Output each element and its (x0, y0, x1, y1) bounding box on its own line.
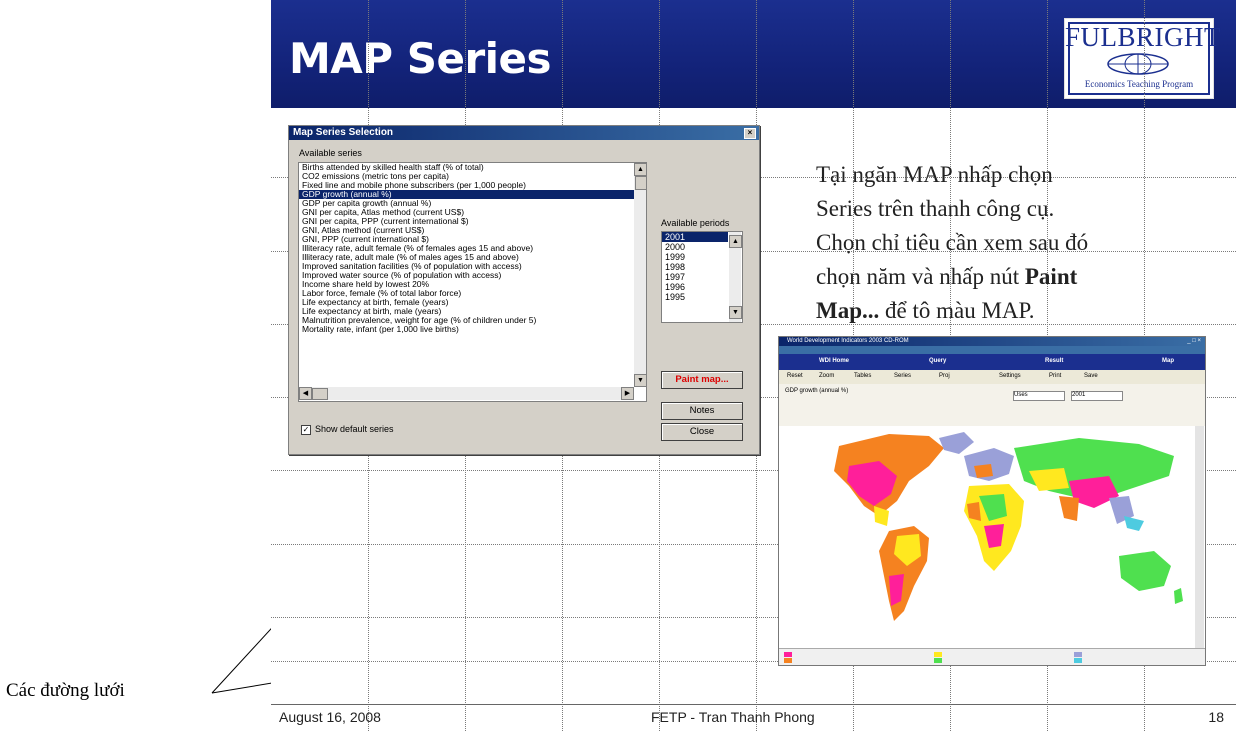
periods-scrollbar[interactable]: ▲ ▼ (729, 232, 742, 322)
scroll-right-icon[interactable]: ▶ (621, 387, 634, 400)
period-list-item[interactable]: 2001 (662, 232, 728, 242)
toolbar-item: Settings (999, 373, 1021, 379)
slide-title: MAP Series (289, 34, 552, 83)
logo-subtitle: Economics Teaching Program (1084, 79, 1194, 89)
slide-title-bar: MAP Series FULBRIGHT Economics Teaching … (271, 0, 1236, 108)
instruction-text: Tại ngăn MAP nhấp chọn Series trên thanh… (816, 158, 1206, 328)
map-series-selection-dialog: Map Series Selection × Available series … (288, 125, 760, 455)
period-select: 2001 (1071, 391, 1123, 401)
scroll-left-icon[interactable]: ◀ (299, 387, 312, 400)
series-list[interactable]: Births attended by skilled health staff … (299, 163, 634, 387)
series-listbox[interactable]: Births attended by skilled health staff … (298, 162, 647, 402)
world-map (779, 426, 1195, 648)
legend-swatch (934, 658, 942, 663)
periods-list[interactable]: 2001 2000 1999 1998 1997 1996 1995 (662, 232, 728, 302)
toolbar-item: Series (894, 373, 912, 379)
dialog-title: Map Series Selection (293, 127, 394, 138)
instruction-line: Chọn chỉ tiêu cần xem sau đó (816, 230, 1089, 255)
legend-swatch (784, 652, 792, 657)
toolbar-item: Zoom (819, 373, 835, 379)
available-series-label: Available series (299, 148, 362, 158)
period-list-item[interactable]: 1996 (662, 282, 728, 292)
period-list-item[interactable]: 2000 (662, 242, 728, 252)
window-controls-icon: _ □ × (1187, 338, 1201, 344)
dialog-title-bar[interactable]: Map Series Selection × (289, 126, 759, 140)
tab-map: Map (1162, 358, 1174, 364)
globe-icon (1107, 53, 1169, 75)
legend-swatch (1074, 652, 1082, 657)
screenshot-tab-bar: WDI Home Query Result Map (779, 354, 1205, 370)
show-default-series-checkbox[interactable]: ✓ Show default series (301, 424, 394, 435)
legend-swatch (934, 652, 942, 657)
checkbox-check-icon[interactable]: ✓ (301, 424, 311, 435)
footer-page-number: 18 (1208, 709, 1224, 725)
footer-divider (271, 704, 1236, 705)
map-series-label: GDP growth (annual %) (785, 388, 849, 394)
toolbar-item: Tables (854, 373, 872, 379)
map-scrollbar (1195, 426, 1204, 648)
period-list-item[interactable]: 1997 (662, 272, 728, 282)
scroll-up-icon[interactable]: ▲ (634, 163, 647, 176)
legend-swatch (784, 658, 792, 663)
series-horizontal-scrollbar[interactable]: ◀ ▶ (299, 387, 634, 400)
periods-listbox[interactable]: 2001 2000 1999 1998 1997 1996 1995 ▲ ▼ (661, 231, 743, 323)
scroll-up-icon[interactable]: ▲ (729, 235, 742, 248)
world-map-graphic (834, 432, 1183, 621)
scroll-down-icon[interactable]: ▼ (634, 374, 647, 387)
instruction-emphasis: Map... (816, 298, 880, 323)
instruction-line: chọn năm và nhấp nút Paint (816, 260, 1206, 294)
screenshot-title-bar: World Development Indicators 2003 CD-ROM… (779, 337, 1205, 346)
tab-result: Result (1045, 358, 1064, 364)
slide: MAP Series FULBRIGHT Economics Teaching … (271, 0, 1236, 731)
show-default-series-label: Show default series (315, 424, 394, 434)
screenshot-toolbar: Reset Zoom Tables Series Proj Settings P… (779, 370, 1205, 385)
logo-wordmark: FULBRIGHT (1065, 22, 1222, 52)
legend-swatch (1074, 658, 1082, 663)
tab-wdi-home: WDI Home (819, 358, 849, 364)
scroll-thumb[interactable] (635, 176, 647, 190)
toolbar-item: Save (1084, 373, 1098, 379)
footer-date: August 16, 2008 (279, 709, 381, 725)
instruction-line: Map... để tô màu MAP. (816, 294, 1206, 328)
series-vertical-scrollbar[interactable]: ▲ ▼ (634, 163, 647, 387)
close-icon[interactable]: × (744, 128, 756, 139)
scroll-thumb[interactable] (312, 388, 328, 400)
tab-query: Query (929, 358, 947, 364)
instruction-line-text: để tô màu MAP. (879, 298, 1035, 323)
fulbright-logo: FULBRIGHT Economics Teaching Program (1064, 18, 1222, 99)
available-periods-label: Available periods (661, 218, 730, 228)
instruction-line: Series trên thanh công cụ. (816, 196, 1055, 221)
paint-map-button[interactable]: Paint map... (661, 371, 743, 389)
series-list-item[interactable]: Mortality rate, infant (per 1,000 live b… (299, 325, 634, 334)
period-list-item[interactable]: 1998 (662, 262, 728, 272)
close-button[interactable]: Close (661, 423, 743, 441)
instruction-line-text: chọn năm và nhấp nút (816, 264, 1025, 289)
scroll-down-icon[interactable]: ▼ (729, 306, 742, 319)
period-list-item[interactable]: 1995 (662, 292, 728, 302)
screenshot-menu-bar (779, 346, 1205, 354)
toolbar-item: Print (1049, 373, 1062, 379)
wdi-map-screenshot: World Development Indicators 2003 CD-ROM… (778, 336, 1206, 666)
instruction-emphasis: Paint (1024, 264, 1078, 289)
screenshot-info-panel: GDP growth (annual %) Uses 2001 (779, 384, 1205, 426)
instruction-line: Tại ngăn MAP nhấp chọn (816, 162, 1053, 187)
period-list-item[interactable]: 1999 (662, 252, 728, 262)
toolbar-item: Proj (939, 373, 950, 379)
toolbar-item: Reset (787, 373, 803, 379)
footer-author: FETP - Tran Thanh Phong (651, 709, 815, 725)
unit-select: Uses (1013, 391, 1065, 401)
map-legend (779, 648, 1205, 665)
notes-button[interactable]: Notes (661, 402, 743, 420)
screenshot-window-title: World Development Indicators 2003 CD-ROM (787, 338, 909, 344)
